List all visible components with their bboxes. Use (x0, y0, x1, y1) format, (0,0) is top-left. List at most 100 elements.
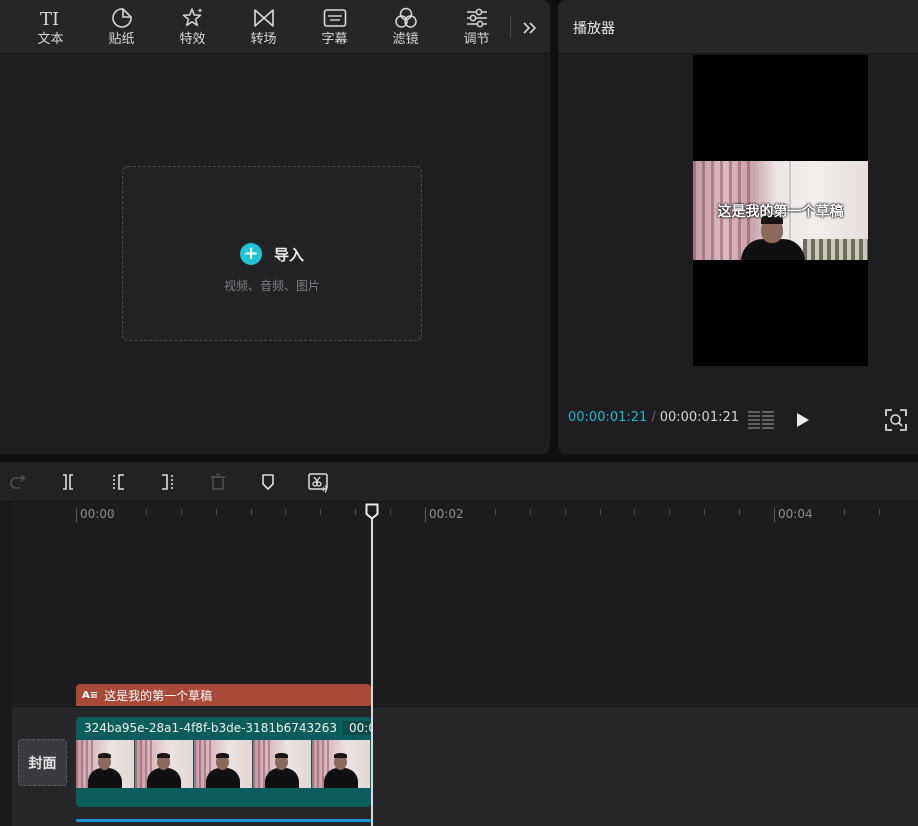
tool-sticker[interactable]: 贴纸 (86, 0, 157, 54)
text-icon: T I (40, 9, 59, 29)
ruler-minor-tick (181, 509, 182, 515)
subtitle-icon (323, 9, 346, 27)
split-button[interactable] (55, 470, 81, 494)
tool-text-label: 文本 (37, 32, 64, 47)
media-toolbar: T I 文本 贴纸 特效 转场 字幕 滤镜 调节 (0, 0, 550, 54)
player-header: 播放器 (558, 0, 918, 54)
trim-right-button[interactable] (155, 470, 181, 494)
fullscreen-icon[interactable] (884, 408, 908, 432)
ruler-minor-tick (251, 509, 252, 515)
video-thumbnail (253, 740, 312, 788)
import-dropzone[interactable]: + 导入 视频、音频、图片 (122, 166, 422, 341)
ruler-minor-tick (739, 509, 740, 515)
tool-subtitle-label: 字幕 (321, 32, 348, 47)
track-header-gutter (0, 502, 12, 826)
toolbar-divider (510, 16, 511, 38)
toolbar-more-button[interactable] (514, 14, 546, 42)
delete-icon (211, 473, 225, 490)
audio-track-line[interactable] (76, 819, 371, 822)
ruler-minor-tick (146, 509, 147, 515)
timeline-toolbar (0, 462, 918, 502)
ruler-minor-tick (600, 509, 601, 515)
split-icon (63, 474, 73, 490)
text-clip[interactable]: A≡ 这是我的第一个草稿 (76, 684, 371, 706)
video-thumbnail (194, 740, 253, 788)
tool-filter-label: 滤镜 (392, 32, 419, 47)
ruler-minor-tick (111, 509, 112, 515)
plus-icon: + (239, 243, 262, 265)
ruler-minor-tick (355, 509, 356, 515)
import-hint: 视频、音频、图片 (223, 279, 320, 293)
ruler-minor-tick (216, 509, 217, 515)
tool-adjust-label: 调节 (463, 32, 490, 47)
audio-scissors-icon (308, 473, 328, 493)
tool-transition[interactable]: 转场 (228, 0, 299, 54)
svg-text:I: I (52, 9, 59, 29)
tool-adjust[interactable]: 调节 (441, 0, 512, 54)
ruler-minor-tick (669, 509, 670, 515)
ruler-major-tick (76, 508, 77, 522)
ruler-label-0: 00:00 (80, 507, 115, 521)
current-time: 00:00:01:21 (568, 410, 648, 425)
text-clip-icon: A≡ (82, 689, 99, 701)
video-thumbnail (312, 740, 371, 788)
ruler-minor-tick (495, 509, 496, 515)
ruler-major-tick (774, 508, 775, 522)
time-separator: / (651, 410, 656, 425)
video-thumbnail (135, 740, 194, 788)
tool-effects[interactable]: 特效 (157, 0, 228, 54)
double-chevron-right-icon (523, 22, 537, 34)
tool-sticker-label: 贴纸 (108, 32, 135, 47)
trim-right-icon (162, 474, 173, 490)
playhead-handle[interactable] (365, 503, 379, 520)
waveform-grid-icon[interactable] (747, 408, 775, 432)
marker-icon (262, 474, 274, 490)
redo-icon (10, 474, 26, 489)
svg-text:T: T (40, 9, 52, 29)
import-title: 导入 (273, 245, 304, 264)
ruler-minor-tick (530, 509, 531, 515)
video-thumbnails (76, 740, 371, 788)
ruler-major-tick (425, 508, 426, 522)
ruler-minor-tick (809, 509, 810, 515)
transition-icon (253, 9, 274, 27)
player-canvas[interactable]: 这是我的第一个草稿 (693, 55, 868, 366)
import-row: + 导入 (123, 243, 421, 265)
sticker-icon (111, 8, 132, 28)
ruler-minor-tick (460, 509, 461, 515)
marker-button[interactable] (255, 470, 281, 494)
ruler-minor-tick (565, 509, 566, 515)
cover-button[interactable]: 封面 (18, 739, 67, 786)
ruler-minor-tick (634, 509, 635, 515)
video-clip-name: 324ba95e-28a1-4f8f-b3de-3181b6743263 (84, 720, 338, 735)
ruler-minor-tick (704, 509, 705, 515)
adjust-icon (466, 8, 487, 28)
ruler-label-1: 00:02 (429, 507, 464, 521)
delete-button[interactable] (205, 470, 231, 494)
auto-cut-button[interactable] (305, 470, 331, 494)
tool-subtitle[interactable]: 字幕 (299, 0, 370, 54)
time-ruler[interactable]: 00:00 00:02 00:04 (12, 502, 918, 526)
video-overlay-text[interactable]: 这是我的第一个草稿 (693, 201, 868, 221)
video-thumbnail (76, 740, 135, 788)
text-clip-label: 这是我的第一个草稿 (104, 688, 213, 703)
ruler-minor-tick (320, 509, 321, 515)
tool-filter[interactable]: 滤镜 (370, 0, 441, 54)
tool-text[interactable]: T I 文本 (15, 0, 86, 54)
player-panel: 播放器 这是我的第一个草稿 00:00:01:21/00:00:01:21 (558, 0, 918, 454)
player-title: 播放器 (573, 21, 615, 37)
ruler-label-2: 00:04 (778, 507, 813, 521)
ruler-minor-tick (390, 509, 391, 515)
redo-button[interactable] (6, 470, 32, 494)
ruler-minor-tick (844, 509, 845, 515)
video-clip-duration: 00:00 (343, 720, 371, 735)
playhead-line[interactable] (371, 512, 373, 826)
trim-left-button[interactable] (105, 470, 131, 494)
media-panel: T I 文本 贴纸 特效 转场 字幕 滤镜 调节 + 导入 视频、音频、图片 (0, 0, 550, 454)
tool-effects-label: 特效 (179, 32, 206, 47)
play-icon[interactable] (792, 410, 812, 430)
filter-icon (394, 7, 417, 28)
timeline-panel: 00:00 00:02 00:04 A≡ 这是我的第一个草稿 封面 324ba9… (0, 462, 918, 826)
video-clip[interactable]: 324ba95e-28a1-4f8f-b3de-3181b6743263 00:… (76, 717, 371, 807)
time-display: 00:00:01:21/00:00:01:21 (568, 410, 739, 425)
